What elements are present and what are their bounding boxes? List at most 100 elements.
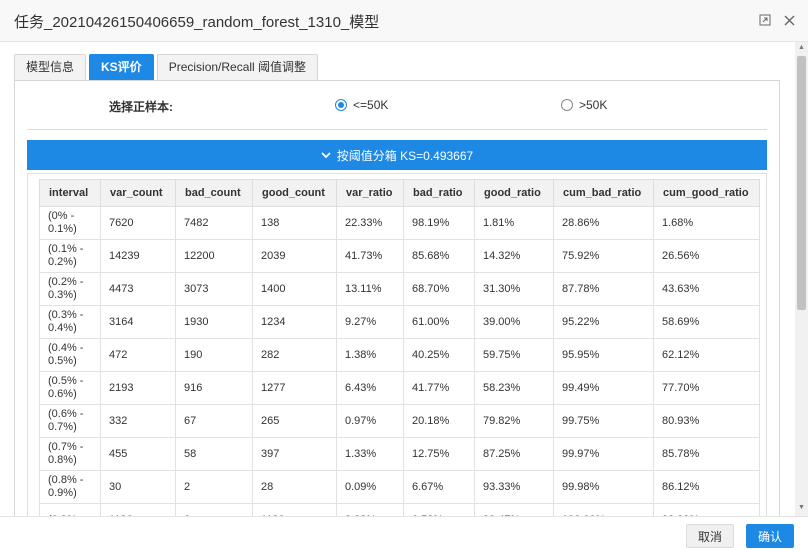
radio-option-gt50k[interactable]: >50K (561, 98, 607, 112)
cell-interval: (0.6% -0.7%) (39, 404, 101, 438)
column-header: cum_bad_ratio (553, 179, 654, 207)
column-header: good_ratio (474, 179, 554, 207)
cell-cum-good-ratio: 43.63% (653, 272, 760, 306)
dialog-footer: 取消 确认 (0, 516, 808, 551)
cell-interval: (0% -0.1%) (39, 206, 101, 240)
cell-interval: (0.7% -0.8%) (39, 437, 101, 471)
cell-good-ratio: 31.30% (474, 272, 554, 306)
sample-selector-label: 选择正样本: (109, 100, 173, 114)
tab-ks-evaluation[interactable]: KS评价 (89, 54, 154, 80)
interval-line: 0.7%) (48, 421, 77, 433)
close-icon[interactable] (782, 13, 796, 27)
cell-var-ratio: 9.27% (336, 305, 404, 339)
table-row: (0.7% -0.8%) 455 58 397 1.33% 12.75% 87.25% 99.… (39, 437, 760, 471)
cell-bad-count: 12200 (175, 239, 253, 273)
cell-var-count: 14239 (100, 239, 176, 273)
cell-bad-ratio: 61.00% (403, 305, 475, 339)
cell-var-count: 455 (100, 437, 176, 471)
table-row: (0.5% -0.6%) 2193 916 1277 6.43% 41.77% 58.23%… (39, 371, 760, 405)
cell-good-ratio: 58.23% (474, 371, 554, 405)
cell-var-count: 472 (100, 338, 176, 372)
sample-selector: 选择正样本: <=50K >50K (15, 81, 779, 131)
cell-good-count: 2039 (252, 239, 337, 273)
interval-line: 0.3%) (48, 289, 77, 301)
cell-var-count: 2193 (100, 371, 176, 405)
cell-cum-good-ratio: 58.69% (653, 305, 760, 339)
interval-line: (0.5% - (48, 375, 84, 387)
cell-cum-good-ratio: 1.68% (653, 206, 760, 240)
scroll-down-icon[interactable]: ▼ (798, 504, 805, 511)
interval-line: (0% - (48, 210, 75, 222)
interval-line: (0.4% - (48, 342, 84, 354)
cell-cum-good-ratio: 80.93% (653, 404, 760, 438)
radio-option-le50k[interactable]: <=50K (335, 98, 388, 112)
cell-bad-ratio: 6.67% (403, 470, 475, 504)
interval-line: 0.1%) (48, 223, 77, 235)
scroll-up-icon[interactable]: ▲ (798, 44, 805, 51)
cell-good-count: 282 (252, 338, 337, 372)
column-header: good_count (252, 179, 337, 207)
ks-table: interval var_count bad_count good_count … (39, 179, 760, 519)
radio-label-gt50k: >50K (579, 98, 608, 112)
column-header: var_count (100, 179, 176, 207)
cell-cum-bad-ratio: 95.95% (553, 338, 654, 372)
cell-good-ratio: 93.33% (474, 470, 554, 504)
cell-good-count: 1400 (252, 272, 337, 306)
cell-var-ratio: 41.73% (336, 239, 404, 273)
cell-good-count: 265 (252, 404, 337, 438)
cell-cum-good-ratio: 86.12% (653, 470, 760, 504)
cell-bad-count: 7482 (175, 206, 253, 240)
cell-cum-bad-ratio: 87.78% (553, 272, 654, 306)
cell-var-ratio: 1.33% (336, 437, 404, 471)
column-header: interval (39, 179, 101, 207)
bin-collapse-header[interactable]: 按阈值分箱 KS=0.493667 (27, 140, 767, 170)
cell-cum-bad-ratio: 95.22% (553, 305, 654, 339)
maximize-icon[interactable] (758, 13, 772, 27)
cell-bad-count: 67 (175, 404, 253, 438)
interval-line: (0.1% - (48, 243, 84, 255)
cell-cum-good-ratio: 77.70% (653, 371, 760, 405)
column-header: cum_good_ratio (653, 179, 760, 207)
bin-header-label: 按阈值分箱 KS=0.493667 (336, 148, 474, 163)
table-row: (0.4% -0.5%) 472 190 282 1.38% 40.25% 59.75% 95… (39, 338, 760, 372)
cell-bad-count: 3073 (175, 272, 253, 306)
cell-bad-ratio: 68.70% (403, 272, 475, 306)
cell-interval: (0.4% -0.5%) (39, 338, 101, 372)
cell-good-ratio: 59.75% (474, 338, 554, 372)
cell-var-count: 4473 (100, 272, 176, 306)
table-row: (0.8% -0.9%) 30 2 28 0.09% 6.67% 93.33% 99.98% 8… (39, 470, 760, 504)
cell-good-count: 1277 (252, 371, 337, 405)
tab-precision-recall[interactable]: Precision/Recall 阈值调整 (156, 54, 319, 80)
scrollbar-thumb[interactable] (797, 56, 806, 310)
cell-bad-count: 2 (175, 470, 253, 504)
cell-interval: (0.3% -0.4%) (39, 305, 101, 339)
cell-cum-good-ratio: 85.78% (653, 437, 760, 471)
cell-good-ratio: 79.82% (474, 404, 554, 438)
tab-model-info[interactable]: 模型信息 (14, 54, 87, 80)
cell-var-ratio: 0.97% (336, 404, 404, 438)
dialog-title: 任务_20210426150406659_random_forest_1310_… (14, 14, 380, 31)
interval-line: 0.6%) (48, 388, 77, 400)
cell-var-ratio: 22.33% (336, 206, 404, 240)
cell-cum-bad-ratio: 75.92% (553, 239, 654, 273)
cell-good-count: 1234 (252, 305, 337, 339)
cell-bad-count: 190 (175, 338, 253, 372)
cell-interval: (0.1% -0.2%) (39, 239, 101, 273)
cell-good-count: 397 (252, 437, 337, 471)
cell-cum-bad-ratio: 99.97% (553, 437, 654, 471)
interval-line: 0.9%) (48, 487, 77, 499)
dialog-titlebar: 任务_20210426150406659_random_forest_1310_… (0, 0, 808, 42)
radio-unchecked-icon[interactable] (561, 99, 573, 111)
cell-bad-ratio: 98.19% (403, 206, 475, 240)
cell-interval: (0.2% -0.3%) (39, 272, 101, 306)
confirm-button[interactable]: 确认 (746, 524, 794, 548)
cell-var-ratio: 6.43% (336, 371, 404, 405)
cell-bad-ratio: 41.77% (403, 371, 475, 405)
interval-line: 0.4%) (48, 322, 77, 334)
cancel-button[interactable]: 取消 (686, 524, 734, 548)
cell-bad-count: 58 (175, 437, 253, 471)
tab-panel: 选择正样本: <=50K >50K 按阈值分箱 KS=0.493667 inte… (14, 80, 780, 520)
interval-line: (0.6% - (48, 408, 84, 420)
radio-checked-icon[interactable] (335, 99, 347, 111)
vertical-scrollbar[interactable]: ▲ ▼ (795, 42, 808, 516)
